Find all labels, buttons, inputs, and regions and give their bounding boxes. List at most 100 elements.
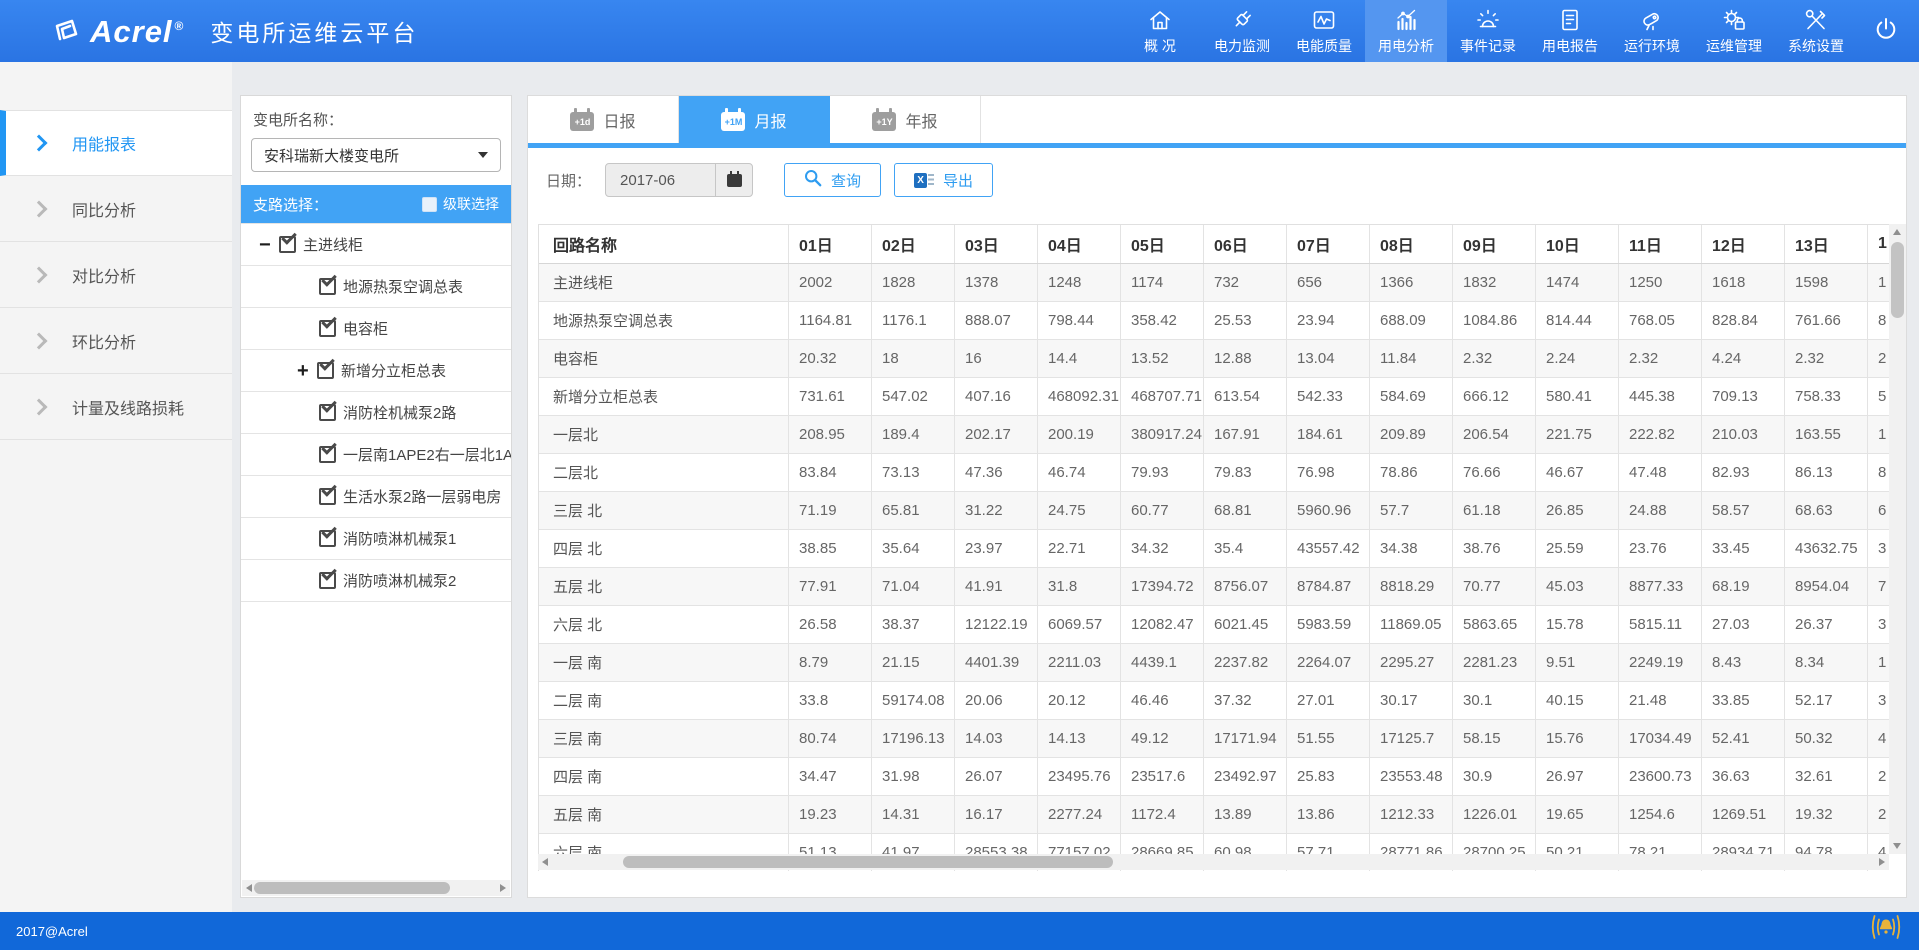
sidebar-item-计量及线路损耗[interactable]: 计量及线路损耗: [0, 374, 232, 440]
cell-value: 8877.33: [1619, 568, 1702, 605]
station-select[interactable]: 安科瑞新大楼变电所: [251, 138, 501, 172]
checkbox-checked-icon[interactable]: [319, 572, 336, 589]
nav-item-用电报告[interactable]: 用电报告: [1529, 0, 1611, 62]
nav-item-label: 概 况: [1144, 36, 1176, 56]
sidebar-item-对比分析[interactable]: 对比分析: [0, 242, 232, 308]
logout-power-button[interactable]: [1857, 0, 1915, 62]
tab-yearly-report[interactable]: +1Y 年报: [830, 96, 981, 143]
date-input[interactable]: 2017-06: [605, 163, 753, 197]
cell-value: 445.38: [1619, 378, 1702, 415]
checkbox-checked-icon[interactable]: [319, 446, 336, 463]
checkbox-checked-icon[interactable]: [319, 404, 336, 421]
cell-circuit-name: 三层 北: [539, 492, 789, 529]
table-horizontal-scrollbar[interactable]: [538, 854, 1889, 870]
alarm-bell-icon[interactable]: [1869, 914, 1903, 943]
nav-item-电能质量[interactable]: 电能质量: [1283, 0, 1365, 62]
checkbox-checked-icon[interactable]: [319, 488, 336, 505]
checkbox-checked-icon[interactable]: [319, 278, 336, 295]
nav-item-用电分析[interactable]: 用电分析: [1365, 0, 1447, 62]
cell-value: 58.15: [1453, 720, 1536, 757]
scroll-up-arrow[interactable]: [1893, 229, 1901, 235]
date-picker-button[interactable]: [715, 164, 752, 196]
checkbox-checked-icon[interactable]: [317, 362, 334, 379]
scroll-right-arrow[interactable]: [500, 884, 506, 892]
app-title: 变电所运维云平台: [210, 14, 418, 48]
tree-scrollbar-thumb[interactable]: [254, 882, 450, 894]
tree-node[interactable]: 一层南1APE2右一层北1APE1左: [241, 434, 511, 476]
cell-value: 209.89: [1370, 416, 1453, 453]
checkbox-checked-icon[interactable]: [279, 236, 296, 253]
scroll-left-arrow[interactable]: [542, 858, 548, 866]
tree-node[interactable]: 消防喷淋机械泵1: [241, 518, 511, 560]
table-hscrollbar-thumb[interactable]: [623, 856, 1113, 868]
cell-value: 1378: [955, 264, 1038, 301]
nav-item-运维管理[interactable]: 运维管理: [1693, 0, 1775, 62]
cell-value: 34.38: [1370, 530, 1453, 567]
query-button[interactable]: 查询: [784, 163, 881, 197]
nav-item-概况[interactable]: 概 况: [1119, 0, 1201, 62]
nav-item-系统设置[interactable]: 系统设置: [1775, 0, 1857, 62]
scroll-left-arrow[interactable]: [246, 884, 252, 892]
cell-value: 25.83: [1287, 758, 1370, 795]
column-header-day: 08日: [1370, 225, 1453, 263]
cell-value: 547.02: [872, 378, 955, 415]
cell-value: 6021.45: [1204, 606, 1287, 643]
tab-daily-report[interactable]: +1d 日报: [528, 96, 679, 143]
tree-node[interactable]: 消防喷淋机械泵2: [241, 560, 511, 602]
cell-value: 761.66: [1785, 302, 1868, 339]
tree-node[interactable]: +新增分立柜总表: [241, 350, 511, 392]
table-row: 三层 南80.7417196.1314.0314.1349.1217171.94…: [539, 720, 1889, 758]
cell-value: 80.74: [789, 720, 872, 757]
nav-item-运行环境[interactable]: 运行环境: [1611, 0, 1693, 62]
cell-value-clipped: 4: [1868, 720, 1889, 757]
cell-value: 38.85: [789, 530, 872, 567]
tree-horizontal-scrollbar[interactable]: [242, 880, 510, 896]
scroll-right-arrow[interactable]: [1879, 858, 1885, 866]
sidebar-item-环比分析[interactable]: 环比分析: [0, 308, 232, 374]
cell-value: 1174: [1121, 264, 1204, 301]
cell-value: 23495.76: [1038, 758, 1121, 795]
cell-value: 4439.1: [1121, 644, 1204, 681]
cell-value: 2.32: [1453, 340, 1536, 377]
tab-monthly-report[interactable]: +1M 月报: [679, 96, 830, 143]
cell-value: 79.93: [1121, 454, 1204, 491]
cell-value: 73.13: [872, 454, 955, 491]
scroll-down-arrow[interactable]: [1893, 843, 1901, 849]
cell-value: 33.8: [789, 682, 872, 719]
cell-value: 12.88: [1204, 340, 1287, 377]
table-vertical-scrollbar[interactable]: [1889, 224, 1906, 854]
column-header-day: 09日: [1453, 225, 1536, 263]
nav-item-label: 运维管理: [1706, 36, 1762, 56]
cell-value: 31.98: [872, 758, 955, 795]
cell-value: 31.8: [1038, 568, 1121, 605]
table-row: 新增分立柜总表731.61547.02407.16468092.31468707…: [539, 378, 1889, 416]
cell-value: 8784.87: [1287, 568, 1370, 605]
cell-value: 758.33: [1785, 378, 1868, 415]
tree-node-label: 地源热泵空调总表: [343, 276, 463, 297]
cell-value: 23.97: [955, 530, 1038, 567]
nav-item-事件记录[interactable]: 事件记录: [1447, 0, 1529, 62]
export-button[interactable]: X 导出: [894, 163, 993, 197]
cell-value: 79.83: [1204, 454, 1287, 491]
checkbox-checked-icon[interactable]: [319, 530, 336, 547]
cell-value: 8818.29: [1370, 568, 1453, 605]
tree-node[interactable]: 地源热泵空调总表: [241, 266, 511, 308]
sidebar-item-同比分析[interactable]: 同比分析: [0, 176, 232, 242]
cell-value: 26.58: [789, 606, 872, 643]
cell-value: 21.15: [872, 644, 955, 681]
column-header-day: 06日: [1204, 225, 1287, 263]
cascade-select-checkbox[interactable]: 级联选择: [422, 194, 499, 214]
nav-item-电力监测[interactable]: 电力监测: [1201, 0, 1283, 62]
tree-node[interactable]: 消防栓机械泵2路: [241, 392, 511, 434]
collapse-minus-icon[interactable]: −: [259, 235, 279, 255]
cell-circuit-name: 一层北: [539, 416, 789, 453]
expand-plus-icon[interactable]: +: [297, 361, 317, 381]
sidebar-item-用能报表[interactable]: 用能报表: [0, 110, 232, 176]
column-header-day: 07日: [1287, 225, 1370, 263]
table-vscrollbar-thumb[interactable]: [1891, 242, 1904, 318]
tree-node[interactable]: −主进线柜: [241, 224, 511, 266]
tree-node[interactable]: 生活水泵2路一层弱电房: [241, 476, 511, 518]
tree-node[interactable]: 电容柜: [241, 308, 511, 350]
checkbox-checked-icon[interactable]: [319, 320, 336, 337]
cell-value: 82.93: [1702, 454, 1785, 491]
